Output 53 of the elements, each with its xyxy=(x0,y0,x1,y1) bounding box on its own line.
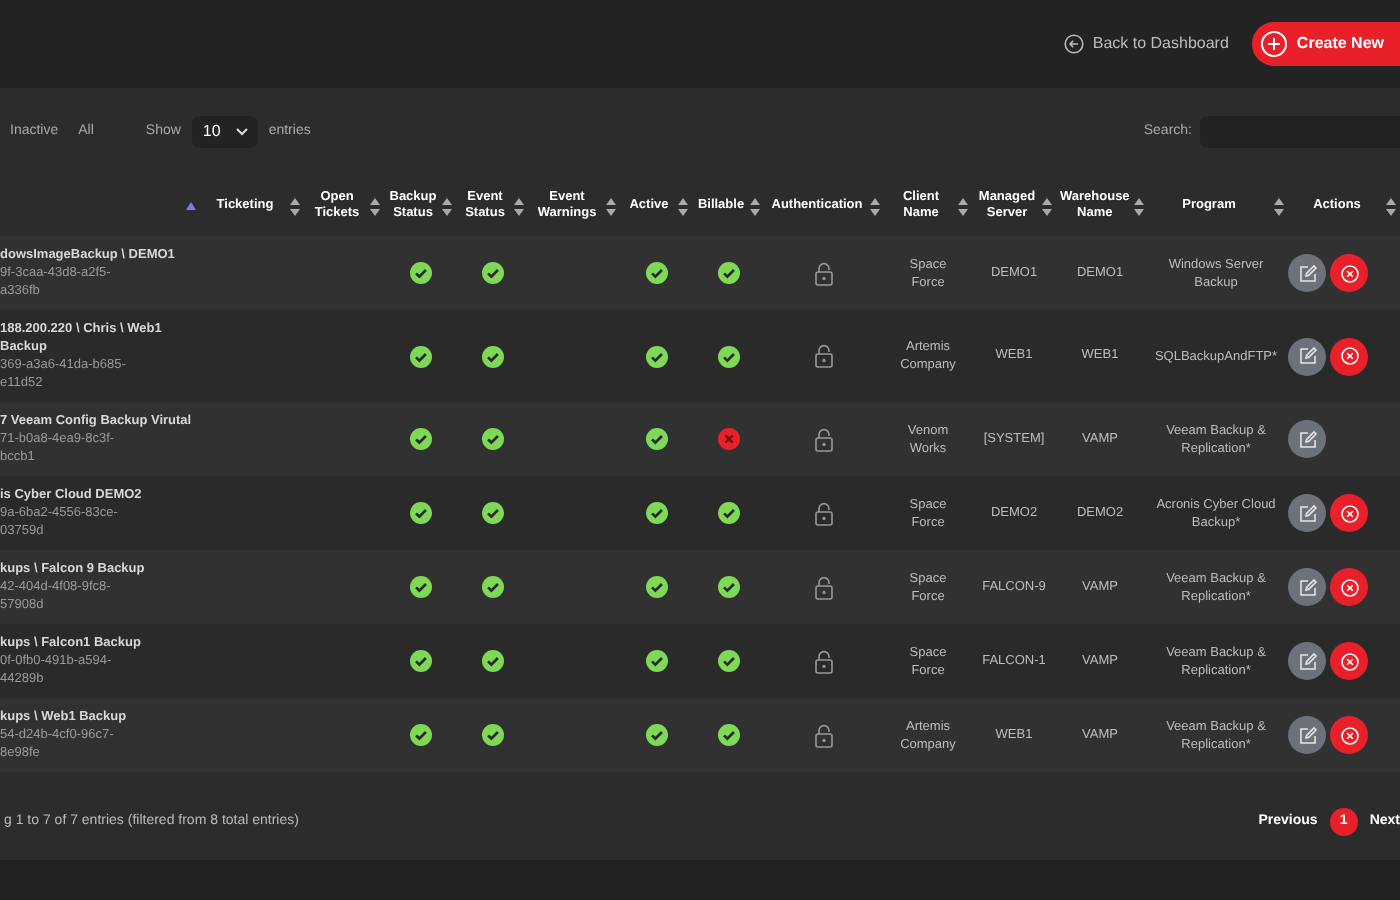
delete-button[interactable] xyxy=(1330,642,1368,680)
close-circle-icon xyxy=(1339,503,1359,523)
edit-icon xyxy=(1297,263,1317,283)
lock-icon xyxy=(814,344,834,368)
sort-icon xyxy=(958,197,968,215)
lock-icon xyxy=(814,501,834,525)
edit-button[interactable] xyxy=(1288,642,1326,680)
lock-icon xyxy=(814,649,834,673)
sort-icon xyxy=(1133,197,1144,215)
create-new-button[interactable]: Create New xyxy=(1252,22,1400,66)
edit-button[interactable] xyxy=(1288,420,1326,458)
edit-button[interactable] xyxy=(1288,568,1326,606)
edit-icon xyxy=(1297,346,1317,366)
arrow-left-circle-icon xyxy=(1064,34,1085,54)
sort-icon xyxy=(514,197,524,215)
edit-icon xyxy=(1297,725,1317,745)
sort-icon xyxy=(290,197,300,215)
close-circle-icon xyxy=(1339,263,1359,283)
edit-icon xyxy=(1297,651,1317,671)
lock-icon xyxy=(814,723,834,747)
sort-icon xyxy=(870,197,880,215)
delete-button[interactable] xyxy=(1330,337,1368,375)
entries-select[interactable]: 10 xyxy=(192,116,259,148)
sort-icon xyxy=(1386,197,1396,215)
close-circle-icon xyxy=(1339,577,1359,597)
lock-icon xyxy=(814,427,834,451)
close-circle-icon xyxy=(1339,651,1359,671)
sort-icon xyxy=(1042,197,1052,215)
sort-icon xyxy=(1274,197,1284,215)
back-link[interactable]: Back to Dashboard xyxy=(1064,32,1229,56)
edit-icon xyxy=(1297,429,1317,449)
edit-button[interactable] xyxy=(1288,254,1326,292)
lock-icon xyxy=(814,261,834,285)
sort-ascending-icon xyxy=(186,202,196,210)
edit-icon xyxy=(1297,577,1317,597)
delete-button[interactable] xyxy=(1330,254,1368,292)
sort-icon xyxy=(370,197,380,215)
close-circle-icon xyxy=(1339,346,1359,366)
sort-icon xyxy=(606,197,616,215)
lock-icon xyxy=(814,575,834,599)
close-circle-icon xyxy=(1339,725,1359,745)
delete-button[interactable] xyxy=(1330,494,1368,532)
sort-icon xyxy=(442,197,452,215)
sort-icon xyxy=(750,197,760,215)
edit-button[interactable] xyxy=(1288,716,1326,754)
edit-button[interactable] xyxy=(1288,337,1326,375)
edit-icon xyxy=(1297,503,1317,523)
delete-button[interactable] xyxy=(1330,716,1368,754)
delete-button[interactable] xyxy=(1330,568,1368,606)
sort-icon xyxy=(678,197,688,215)
chevron-down-icon xyxy=(236,128,249,136)
edit-button[interactable] xyxy=(1288,494,1326,532)
plus-circle-icon xyxy=(1260,30,1289,58)
